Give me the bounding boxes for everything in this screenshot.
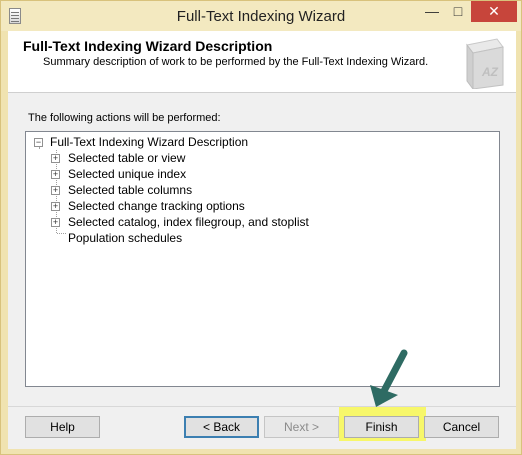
title-bar[interactable]: Full-Text Indexing Wizard — □ ✕: [1, 1, 521, 31]
tree-item-label: Selected unique index: [68, 167, 187, 181]
finish-button[interactable]: Finish: [344, 416, 419, 438]
maximize-button[interactable]: □: [445, 1, 471, 22]
expand-icon[interactable]: +: [51, 170, 60, 179]
tree-item-label: Selected table columns: [68, 183, 193, 197]
book-az-icon: AZ: [466, 38, 504, 89]
tree-item-label: Full-Text Indexing Wizard Description: [50, 135, 249, 149]
svg-text:AZ: AZ: [481, 65, 499, 79]
footer-divider: [8, 406, 516, 407]
next-button[interactable]: Next >: [264, 416, 339, 438]
cancel-button[interactable]: Cancel: [424, 416, 499, 438]
actions-tree[interactable]: − Full-Text Indexing Wizard Description …: [25, 131, 500, 387]
tree-connector: [57, 233, 66, 234]
minimize-button[interactable]: —: [419, 1, 445, 22]
tree-item-label: Selected table or view: [68, 151, 186, 165]
tree-item-label: Selected change tracking options: [68, 199, 245, 213]
tree-item-label: Population schedules: [68, 231, 183, 245]
expand-icon[interactable]: +: [51, 154, 60, 163]
wizard-window: Full-Text Indexing Wizard — □ ✕ Full-Tex…: [0, 0, 522, 455]
page-subtitle: Summary description of work to be perfor…: [43, 56, 429, 68]
close-button[interactable]: ✕: [471, 1, 517, 22]
expand-icon[interactable]: +: [51, 218, 60, 227]
expand-icon[interactable]: +: [51, 202, 60, 211]
page-title: Full-Text Indexing Wizard Description: [23, 38, 273, 54]
back-button[interactable]: < Back: [184, 416, 259, 438]
pointer-arrow-icon: [370, 349, 408, 407]
actions-label: The following actions will be performed:: [28, 112, 221, 124]
tree-item-label: Selected catalog, index filegroup, and s…: [68, 215, 309, 229]
collapse-icon[interactable]: −: [34, 138, 43, 147]
help-button[interactable]: Help: [25, 416, 100, 438]
expand-icon[interactable]: +: [51, 186, 60, 195]
wizard-client-area: Full-Text Indexing Wizard Description Su…: [8, 31, 516, 449]
wizard-header: Full-Text Indexing Wizard Description Su…: [8, 31, 516, 93]
